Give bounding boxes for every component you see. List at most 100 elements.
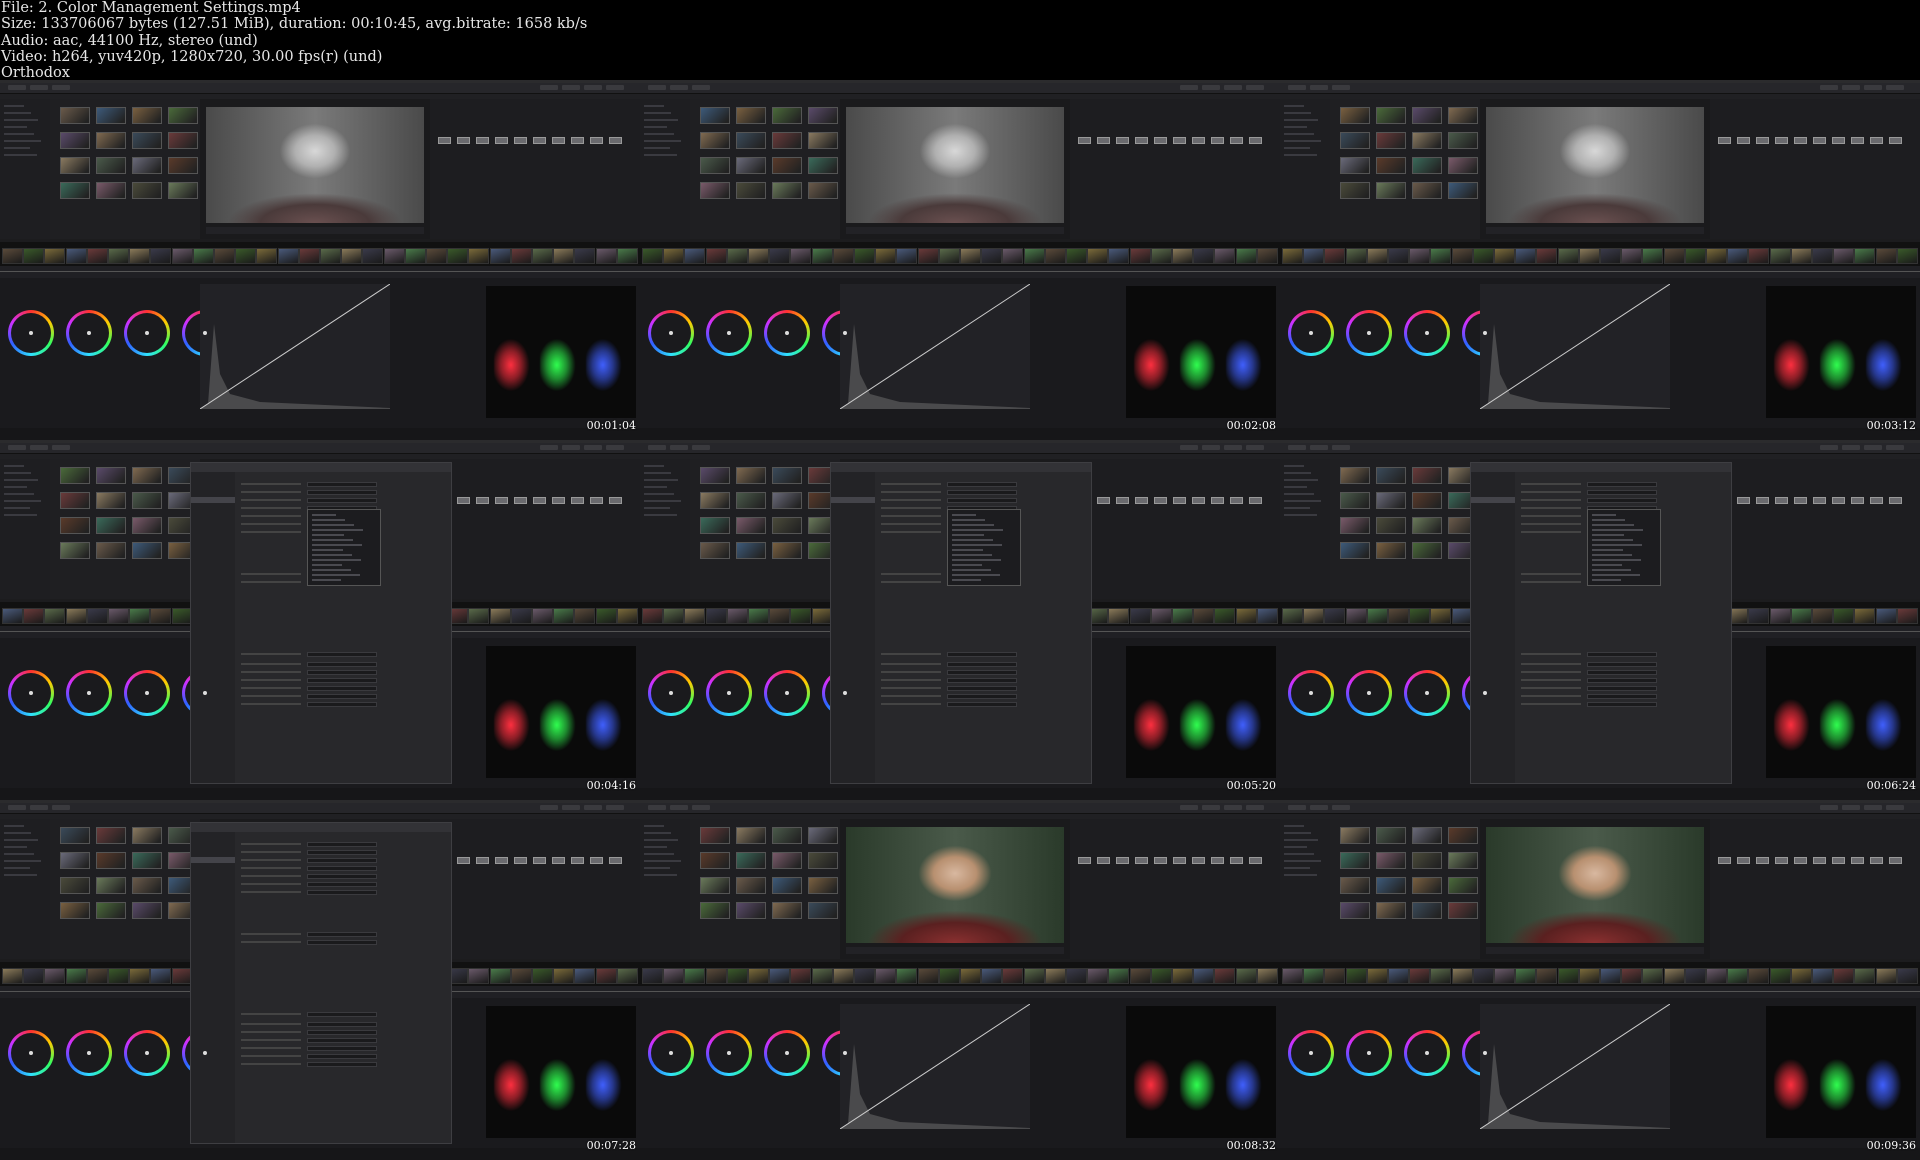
clips-button[interactable] xyxy=(1180,85,1198,90)
media-pool-item[interactable] xyxy=(1284,154,1317,156)
dropdown-option[interactable] xyxy=(1592,539,1633,541)
color-node[interactable] xyxy=(1249,857,1262,864)
clips-button[interactable] xyxy=(540,85,558,90)
still-thumbnail[interactable] xyxy=(1340,492,1370,509)
timeline-clip[interactable] xyxy=(510,968,532,984)
settings-dropdown[interactable] xyxy=(947,702,1017,707)
timeline-clip[interactable] xyxy=(1345,968,1367,984)
viewer-transport-controls[interactable] xyxy=(846,947,1064,954)
dropdown-option[interactable] xyxy=(1592,549,1623,551)
still-thumbnail[interactable] xyxy=(132,182,162,199)
timeline-clip[interactable] xyxy=(1108,608,1130,624)
still-thumbnail[interactable] xyxy=(1376,467,1406,484)
timeline-clip[interactable] xyxy=(129,608,151,624)
gallery-button[interactable] xyxy=(648,805,666,810)
color-node[interactable] xyxy=(1737,137,1750,144)
media-pool-item[interactable] xyxy=(644,867,670,869)
color-node[interactable] xyxy=(1192,857,1205,864)
settings-dropdown[interactable] xyxy=(1587,482,1657,487)
media-pool-item[interactable] xyxy=(1284,105,1304,107)
color-wheel-handle[interactable] xyxy=(727,691,731,695)
settings-dropdown[interactable] xyxy=(1587,662,1657,667)
dropdown-option[interactable] xyxy=(1592,574,1640,576)
timeline-clip[interactable] xyxy=(1172,608,1193,624)
settings-dropdown[interactable] xyxy=(1587,498,1657,503)
color-node[interactable] xyxy=(1889,857,1902,864)
timeline-clip[interactable] xyxy=(1409,248,1431,264)
color-node[interactable] xyxy=(533,497,546,504)
metadata-button[interactable] xyxy=(1886,445,1904,450)
color-wheel[interactable] xyxy=(1346,310,1392,356)
settings-dropdown[interactable] xyxy=(947,490,1017,495)
color-wheel-handle[interactable] xyxy=(843,331,847,335)
timeline-clip[interactable] xyxy=(1748,248,1770,264)
timeline-clip[interactable] xyxy=(769,608,791,624)
color-node[interactable] xyxy=(1756,137,1769,144)
gallery-button[interactable] xyxy=(1288,445,1306,450)
color-node[interactable] xyxy=(571,497,584,504)
dropdown-option[interactable] xyxy=(952,549,983,551)
color-node[interactable] xyxy=(457,857,470,864)
timeline-clip[interactable] xyxy=(277,248,299,264)
media-pool-button[interactable] xyxy=(1332,445,1350,450)
color-wheel[interactable] xyxy=(764,670,810,716)
media-pool-item[interactable] xyxy=(1284,874,1317,876)
color-node[interactable] xyxy=(1737,857,1750,864)
gallery-button[interactable] xyxy=(648,445,666,450)
color-wheel[interactable] xyxy=(8,1030,54,1076)
timeline-clip[interactable] xyxy=(129,248,151,264)
still-thumbnail[interactable] xyxy=(700,852,730,869)
timeline-clip[interactable] xyxy=(108,968,129,984)
timeline-clip[interactable] xyxy=(1430,248,1452,264)
still-thumbnail[interactable] xyxy=(1376,492,1406,509)
media-pool-item[interactable] xyxy=(644,860,681,862)
timeline-clip[interactable] xyxy=(726,968,748,984)
timeline-clip[interactable] xyxy=(854,248,875,264)
color-wheel-handle[interactable] xyxy=(785,1051,789,1055)
keyframes-button[interactable] xyxy=(1864,445,1882,450)
dropdown-option[interactable] xyxy=(312,529,363,531)
timeline-clip[interactable] xyxy=(875,248,897,264)
timeline-clip[interactable] xyxy=(1256,608,1278,624)
still-thumbnail[interactable] xyxy=(772,132,802,149)
timeline-clip[interactable] xyxy=(896,248,918,264)
color-wheel[interactable] xyxy=(124,1030,170,1076)
media-pool-item[interactable] xyxy=(4,140,41,142)
still-thumbnail[interactable] xyxy=(1412,517,1442,534)
still-thumbnail[interactable] xyxy=(168,157,198,174)
dropdown-option[interactable] xyxy=(1592,519,1625,521)
color-wheel[interactable] xyxy=(1346,670,1392,716)
lightbox-button[interactable] xyxy=(562,805,580,810)
still-thumbnail[interactable] xyxy=(96,542,126,559)
dropdown-option[interactable] xyxy=(312,534,344,536)
timeline-clip[interactable] xyxy=(1002,248,1024,264)
media-pool-item[interactable] xyxy=(1284,507,1310,509)
timeline-clip[interactable] xyxy=(960,248,981,264)
still-thumbnail[interactable] xyxy=(736,182,766,199)
still-thumbnail[interactable] xyxy=(168,107,198,124)
keyframes-button[interactable] xyxy=(584,445,602,450)
still-thumbnail[interactable] xyxy=(808,157,838,174)
still-thumbnail[interactable] xyxy=(808,132,838,149)
timeline-clip[interactable] xyxy=(1875,608,1897,624)
timeline-clip[interactable] xyxy=(1875,248,1897,264)
media-pool-item[interactable] xyxy=(4,507,30,509)
clips-button[interactable] xyxy=(1820,445,1838,450)
color-wheel-handle[interactable] xyxy=(1483,1051,1487,1055)
timeline-clip[interactable] xyxy=(595,608,617,624)
color-node[interactable] xyxy=(609,857,622,864)
color-wheel-handle[interactable] xyxy=(669,1051,673,1055)
color-wheel-handle[interactable] xyxy=(1367,1051,1371,1055)
timeline-clip[interactable] xyxy=(44,968,66,984)
color-wheel[interactable] xyxy=(764,310,810,356)
color-node[interactable] xyxy=(457,137,470,144)
timeline-clip[interactable] xyxy=(1324,608,1346,624)
timeline-clip[interactable] xyxy=(938,968,960,984)
dropdown-option[interactable] xyxy=(312,559,361,561)
timeline-clip[interactable] xyxy=(1812,968,1833,984)
still-thumbnail[interactable] xyxy=(60,107,90,124)
still-thumbnail[interactable] xyxy=(808,877,838,894)
timeline-clip[interactable] xyxy=(642,968,663,984)
settings-dropdown[interactable] xyxy=(947,670,1017,675)
media-pool-item[interactable] xyxy=(644,119,678,121)
